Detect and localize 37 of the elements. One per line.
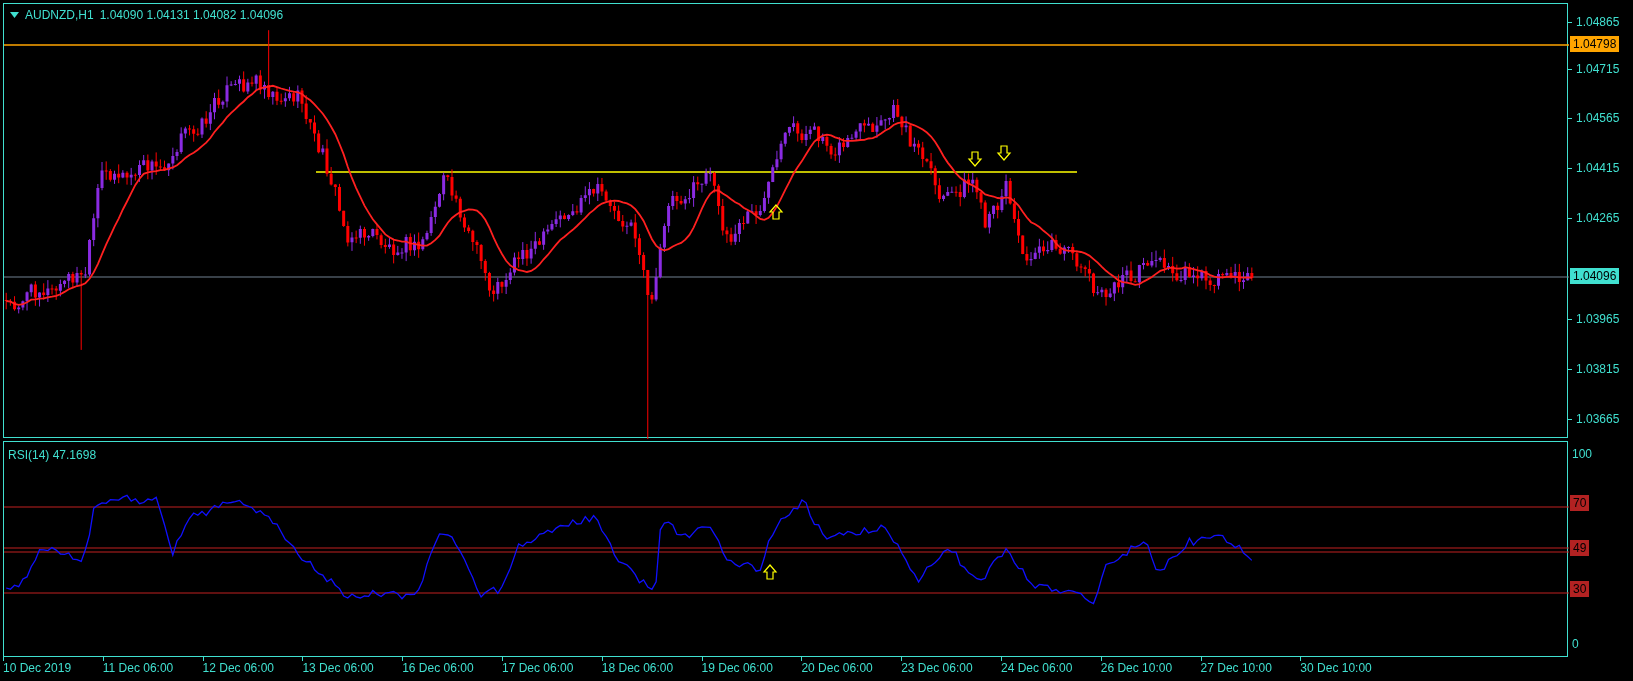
- time-axis-label: 27 Dec 10:00: [1200, 661, 1273, 675]
- price-axis-label: 1.04265: [1576, 211, 1620, 225]
- price-axis-label: 1.04565: [1576, 111, 1620, 125]
- price-quote: 1.04090 1.04131 1.04082 1.04096: [99, 8, 284, 22]
- rsi-title: RSI(14) 47.1698: [8, 448, 97, 462]
- rsi-level-label: 70: [1570, 495, 1590, 511]
- price-axis-label: 1.04415: [1576, 161, 1620, 175]
- time-axis-label: 19 Dec 06:00: [701, 661, 774, 675]
- rsi-level-label: 49: [1570, 540, 1590, 556]
- price-axis-label: 1.03965: [1576, 312, 1620, 326]
- dropdown-triangle-icon[interactable]: [10, 12, 19, 18]
- time-axis-label: 17 Dec 06:00: [502, 661, 575, 675]
- rsi-axis-label: 0: [1572, 637, 1579, 651]
- time-axis-label: 13 Dec 06:00: [302, 661, 375, 675]
- time-axis-label: 23 Dec 06:00: [901, 661, 974, 675]
- time-axis-label: 18 Dec 06:00: [601, 661, 675, 675]
- down-arrow-marker: [996, 145, 1012, 161]
- time-axis-label: 11 Dec 06:00: [102, 661, 175, 675]
- time-axis-label: 26 Dec 10:00: [1100, 661, 1174, 675]
- time-axis-label: 30 Dec 10:00: [1300, 661, 1373, 675]
- up-arrow-marker: [762, 564, 778, 580]
- price-marker-label: 1.04798: [1570, 36, 1620, 52]
- symbol-label: AUDNZD,H1: [25, 8, 94, 22]
- price-axis-label: 1.04715: [1576, 62, 1620, 76]
- rsi-level-label: 30: [1570, 581, 1590, 597]
- price-axis-label: 1.03665: [1576, 412, 1620, 426]
- time-axis-label: 10 Dec 2019: [3, 661, 73, 675]
- time-axis-label: 24 Dec 06:00: [1000, 661, 1074, 675]
- price-axis-label: 1.04865: [1576, 15, 1620, 29]
- rsi-axis-label: 100: [1572, 447, 1593, 461]
- price-marker-label: 1.04096: [1570, 268, 1620, 284]
- time-axis-label: 12 Dec 06:00: [202, 661, 275, 675]
- price-axis-label: 1.03815: [1576, 362, 1620, 376]
- time-axis-label: 20 Dec 06:00: [801, 661, 874, 675]
- up-arrow-marker: [768, 204, 784, 220]
- time-axis-label: 16 Dec 06:00: [402, 661, 475, 675]
- down-arrow-marker: [967, 151, 983, 167]
